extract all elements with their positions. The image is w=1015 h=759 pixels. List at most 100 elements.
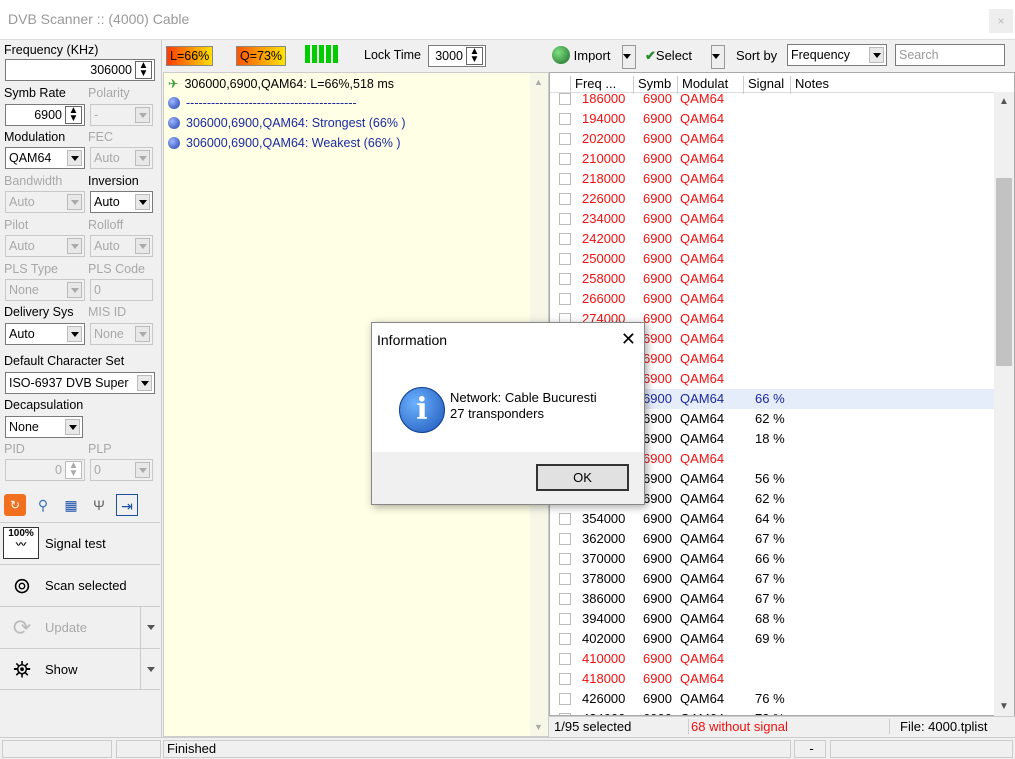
row-checkbox[interactable] [559, 693, 571, 705]
import-dropdown[interactable] [622, 45, 636, 69]
export-icon[interactable]: ⇥ [116, 494, 138, 516]
scroll-thumb[interactable] [996, 178, 1012, 366]
table-row[interactable]: 234000 6900 QAM64 [550, 209, 994, 229]
bullet-icon [168, 97, 180, 109]
inversion-select[interactable]: Auto [90, 191, 153, 213]
table-row[interactable]: 354000 6900 QAM64 64 % [550, 509, 994, 529]
close-icon[interactable]: ✕ [621, 329, 636, 350]
list-scrollbar[interactable]: ▲ ▼ [994, 92, 1014, 716]
row-checkbox[interactable] [559, 673, 571, 685]
signal-test-button[interactable]: 100% 〰 Signal test [0, 522, 160, 564]
level-indicator: L=66% [166, 46, 214, 66]
table-row[interactable]: 386000 6900 QAM64 67 % [550, 589, 994, 609]
lock-time-input[interactable]: 3000 ▲ ▼ [428, 45, 486, 67]
cell-symb: 6900 [643, 471, 672, 486]
symbrate-input[interactable]: 6900 ▲ ▼ [5, 104, 85, 126]
chevron-down-icon[interactable] [137, 375, 152, 391]
row-checkbox[interactable] [559, 633, 571, 645]
row-checkbox[interactable] [559, 153, 571, 165]
delivery-select[interactable]: Auto [5, 323, 85, 345]
cell-symb: 6900 [643, 331, 672, 346]
chevron-down-icon[interactable] [67, 150, 82, 166]
chevron-down-icon [135, 326, 150, 342]
modulation-select[interactable]: QAM64 [5, 147, 85, 169]
row-checkbox[interactable] [559, 173, 571, 185]
row-checkbox[interactable] [559, 213, 571, 225]
chart-icon[interactable]: ▦ [60, 494, 82, 516]
scroll-down-icon[interactable]: ▼ [534, 722, 543, 732]
antenna-icon[interactable]: Ψ [88, 494, 110, 516]
spin-icon[interactable]: ▲ ▼ [65, 106, 82, 124]
row-checkbox[interactable] [559, 593, 571, 605]
scroll-down-icon[interactable]: ▼ [999, 701, 1009, 712]
scroll-up-icon[interactable]: ▲ [534, 77, 543, 87]
table-row[interactable]: 362000 6900 QAM64 67 % [550, 529, 994, 549]
refresh-icon[interactable]: ↻ [4, 494, 26, 516]
chevron-down-icon[interactable] [67, 326, 82, 342]
table-row[interactable]: 186000 6900 QAM64 [550, 89, 994, 109]
close-icon[interactable]: × [989, 9, 1013, 33]
row-checkbox[interactable] [559, 653, 571, 665]
cell-symb: 6900 [643, 691, 672, 706]
row-checkbox[interactable] [559, 293, 571, 305]
show-button[interactable]: ⛯ Show [0, 648, 160, 690]
row-checkbox[interactable] [559, 613, 571, 625]
chevron-down-icon[interactable] [135, 194, 150, 210]
row-checkbox[interactable] [559, 513, 571, 525]
row-checkbox[interactable] [559, 113, 571, 125]
table-row[interactable]: 418000 6900 QAM64 [550, 669, 994, 689]
cell-modulation: QAM64 [680, 491, 725, 506]
row-checkbox[interactable] [559, 273, 571, 285]
table-row[interactable]: 250000 6900 QAM64 [550, 249, 994, 269]
table-row[interactable]: 370000 6900 QAM64 66 % [550, 549, 994, 569]
import-button[interactable]: Import [552, 45, 610, 69]
table-row[interactable]: 394000 6900 QAM64 68 % [550, 609, 994, 629]
scan-selected-button[interactable]: ⊚ Scan selected [0, 564, 160, 606]
row-checkbox[interactable] [559, 193, 571, 205]
table-row[interactable]: 242000 6900 QAM64 [550, 229, 994, 249]
frequency-label: Frequency (KHz) [4, 43, 99, 57]
select-dropdown[interactable] [711, 45, 725, 69]
table-row[interactable]: 4340006900QAM6478 % [550, 709, 994, 715]
log-line: 306000,6900,QAM64: Weakest (66% ) [168, 136, 400, 150]
table-row[interactable]: 266000 6900 QAM64 [550, 289, 994, 309]
search-icon[interactable]: ⚲ [32, 494, 54, 516]
row-checkbox[interactable] [559, 93, 571, 105]
cell-symb: 6900 [643, 631, 672, 646]
row-checkbox[interactable] [559, 233, 571, 245]
cell-symb: 6900 [643, 671, 672, 686]
chevron-down-icon[interactable] [869, 47, 884, 63]
spin-icon[interactable]: ▲ ▼ [135, 61, 152, 79]
row-checkbox[interactable] [559, 533, 571, 545]
table-row[interactable]: 378000 6900 QAM64 67 % [550, 569, 994, 589]
cell-signal: 69 % [755, 631, 785, 646]
row-checkbox[interactable] [559, 133, 571, 145]
row-checkbox[interactable] [559, 553, 571, 565]
ok-button[interactable]: OK [536, 464, 629, 491]
scroll-up-icon[interactable]: ▲ [999, 96, 1009, 107]
row-checkbox[interactable] [559, 253, 571, 265]
sortby-select[interactable]: Frequency [787, 44, 887, 66]
charset-select[interactable]: ISO-6937 DVB Super [5, 372, 155, 394]
table-row[interactable]: 410000 6900 QAM64 [550, 649, 994, 669]
row-checkbox[interactable] [559, 573, 571, 585]
table-row[interactable]: 258000 6900 QAM64 [550, 269, 994, 289]
cell-freq: 242000 [582, 231, 626, 246]
select-button[interactable]: ✔Select [645, 45, 692, 69]
table-row[interactable]: 226000 6900 QAM64 [550, 189, 994, 209]
table-row[interactable]: 194000 6900 QAM64 [550, 109, 994, 129]
chevron-down-icon[interactable] [65, 419, 80, 435]
decap-select[interactable]: None [5, 416, 83, 438]
table-row[interactable]: 426000 6900 QAM64 76 % [550, 689, 994, 709]
spin-icon[interactable]: ▲ ▼ [466, 47, 483, 65]
search-input[interactable]: Search [895, 44, 1005, 66]
plp-select: 0 [90, 459, 153, 481]
frequency-input[interactable]: 306000 ▲ ▼ [5, 59, 155, 81]
chevron-down-icon[interactable] [140, 649, 160, 690]
table-row[interactable]: 210000 6900 QAM64 [550, 149, 994, 169]
table-row[interactable]: 402000 6900 QAM64 69 % [550, 629, 994, 649]
table-row[interactable]: 202000 6900 QAM64 [550, 129, 994, 149]
cell-modulation: QAM64 [680, 631, 725, 646]
delivery-label: Delivery Sys [4, 305, 74, 319]
table-row[interactable]: 218000 6900 QAM64 [550, 169, 994, 189]
